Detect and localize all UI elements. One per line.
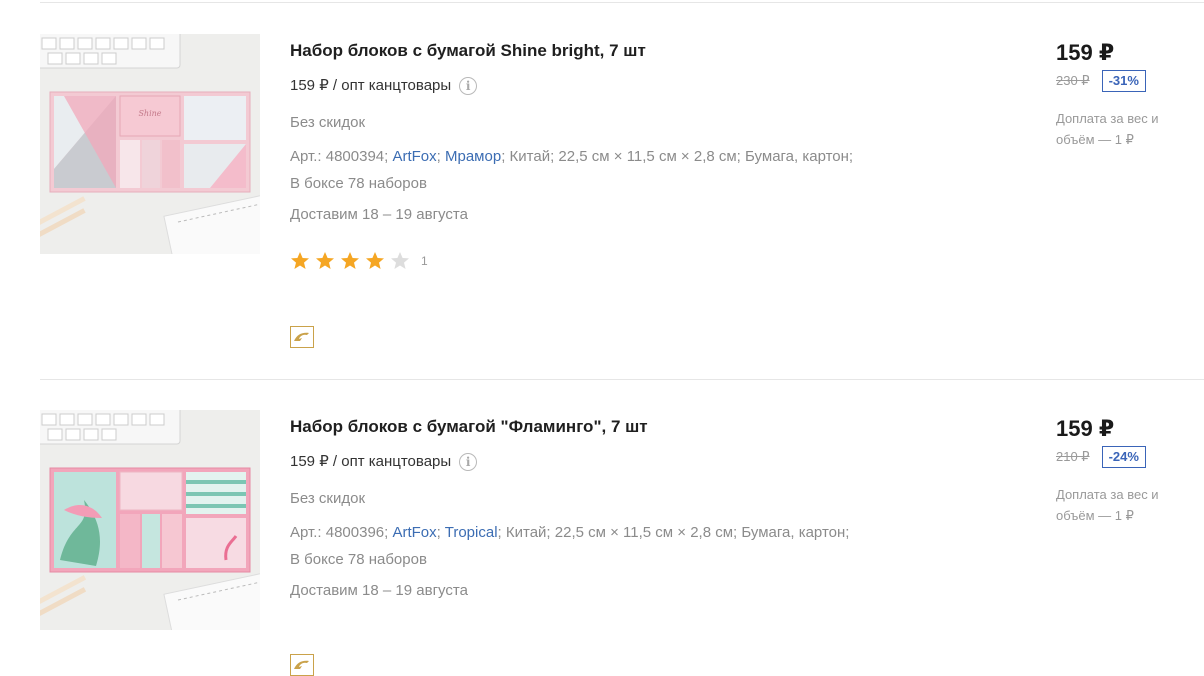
material: Бумага, картон;	[745, 148, 854, 165]
no-discount-label: Без скидок	[290, 114, 365, 131]
wholesale-text: 159 ₽ / опт канцтовары	[290, 77, 452, 94]
separator: ;	[436, 524, 441, 541]
star-icon	[365, 251, 385, 271]
separator: ;	[497, 524, 502, 541]
delivery-date: Доставим 18 – 19 августа	[290, 582, 468, 599]
material: Бумага, картон;	[741, 524, 850, 541]
no-discount-label: Без скидок	[290, 490, 365, 507]
separator: ;	[436, 148, 441, 165]
info-icon[interactable]: i	[459, 453, 478, 471]
product-attributes: Арт.: 4800396; ArtFox; Tropical; Китай; …	[290, 519, 970, 573]
star-icon	[340, 251, 360, 271]
keyboard-decor	[40, 410, 181, 445]
dimensions: 22,5 см × 11,5 см × 2,8 см;	[558, 148, 741, 165]
box-quantity: В боксе 78 наборов	[290, 551, 427, 568]
keyboard-decor	[40, 34, 181, 69]
rating-stars[interactable]: 1	[290, 251, 970, 271]
series-link[interactable]: Tropical	[445, 524, 498, 541]
old-price: 230 ₽	[1056, 73, 1090, 88]
article-number: Арт.: 4800394;	[290, 148, 389, 165]
product-attributes: Арт.: 4800394; ArtFox; Мрамор; Китай; 22…	[290, 143, 970, 197]
product-title[interactable]: Набор блоков с бумагой "Фламинго", 7 шт	[290, 416, 970, 438]
product-title[interactable]: Набор блоков с бумагой Shine bright, 7 ш…	[290, 40, 970, 62]
dimensions: 22,5 см × 11,5 см × 2,8 см;	[554, 524, 738, 541]
dolphin-promo-icon[interactable]	[290, 326, 314, 348]
star-icon	[315, 251, 335, 271]
info-icon[interactable]: i	[459, 77, 478, 95]
svg-text:Shine: Shine	[138, 109, 161, 118]
brand-link[interactable]: ArtFox	[392, 148, 436, 165]
box-quantity: В боксе 78 наборов	[290, 175, 427, 192]
surcharge-note: Доплата за вес и объём — 1 ₽	[1056, 111, 1159, 147]
dolphin-promo-icon[interactable]	[290, 654, 314, 676]
country: Китай;	[509, 148, 555, 165]
article-number: Арт.: 4800396;	[290, 524, 389, 541]
product-image[interactable]: Shine	[40, 34, 260, 254]
star-icon	[290, 251, 310, 271]
price: 159 ₽	[1056, 416, 1115, 441]
product-image[interactable]	[40, 410, 260, 630]
separator: ;	[501, 148, 506, 165]
series-link[interactable]: Мрамор	[445, 148, 501, 165]
rating-count[interactable]: 1	[421, 254, 428, 268]
country: Китай;	[505, 524, 551, 541]
star-empty-icon	[390, 251, 410, 271]
wholesale-price: 159 ₽ / опт канцтовары i	[290, 452, 970, 472]
delivery-date: Доставим 18 – 19 августа	[290, 206, 468, 223]
surcharge-note: Доплата за вес и объём — 1 ₽	[1056, 487, 1159, 523]
discount-badge: -24%	[1101, 446, 1146, 468]
top-divider	[40, 2, 1204, 3]
wholesale-price: 159 ₽ / опт канцтовары i	[290, 76, 970, 96]
brand-link[interactable]: ArtFox	[392, 524, 436, 541]
wholesale-text: 159 ₽ / опт канцтовары	[290, 453, 452, 470]
old-price: 210 ₽	[1056, 449, 1090, 464]
price: 159 ₽	[1056, 40, 1115, 65]
card-divider	[40, 379, 1204, 380]
discount-badge: -31%	[1101, 70, 1146, 92]
